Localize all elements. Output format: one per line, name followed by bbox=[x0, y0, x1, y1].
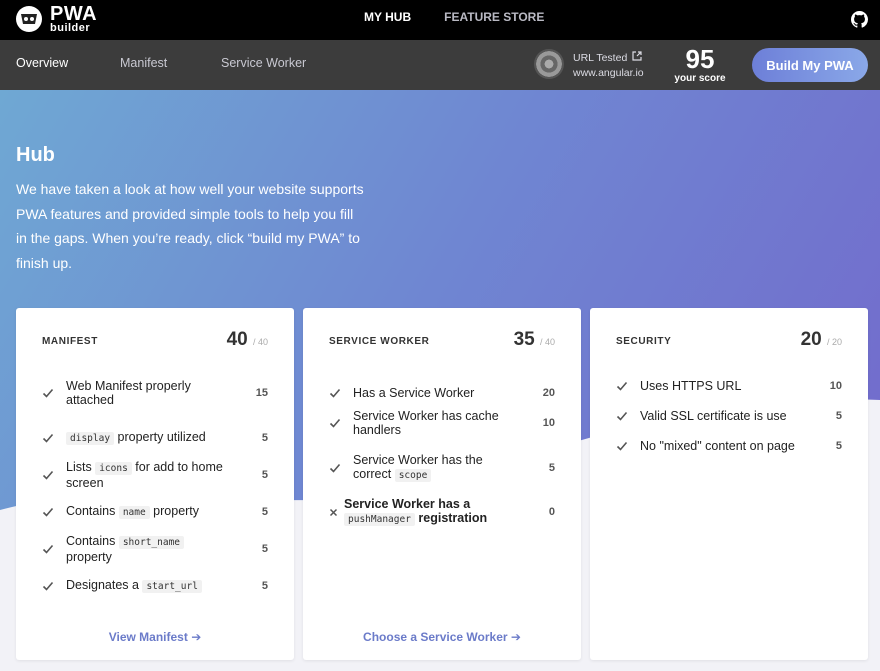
check-icon bbox=[42, 388, 54, 398]
item-points: 5 bbox=[261, 506, 268, 518]
page-title: Hub bbox=[16, 144, 55, 166]
check-icon bbox=[329, 388, 341, 398]
check-icon bbox=[42, 433, 54, 443]
sub-bar: Overview Manifest Service Worker URL Tes… bbox=[0, 40, 880, 90]
item-points: 20 bbox=[542, 387, 555, 399]
section-nav: Overview Manifest Service Worker bbox=[16, 56, 306, 70]
logo-main-text: PWA bbox=[50, 3, 98, 25]
x-icon bbox=[329, 508, 338, 517]
top-bar: PWA builder MY HUB FEATURE STORE bbox=[0, 0, 880, 40]
security-card: SECURITY 20 / 20 Uses HTTPS URL 10 Valid… bbox=[590, 308, 868, 660]
card-score: 20 / 20 bbox=[800, 329, 842, 350]
tab-manifest[interactable]: Manifest bbox=[120, 56, 221, 70]
url-tested-label: URL Tested bbox=[573, 52, 628, 64]
build-my-pwa-button[interactable]: Build My PWA bbox=[752, 48, 868, 82]
score-value: 95 bbox=[685, 44, 715, 74]
item-points: 0 bbox=[548, 506, 555, 518]
card-title: SERVICE WORKER bbox=[329, 336, 430, 347]
list-item: Service Worker has the correct scope 5 bbox=[329, 453, 555, 483]
item-points: 10 bbox=[829, 380, 842, 392]
choose-service-worker-link[interactable]: Choose a Service Worker ➔ bbox=[303, 630, 581, 644]
arrow-right-icon: ➔ bbox=[191, 630, 202, 644]
service-worker-card: SERVICE WORKER 35 / 40 Has a Service Wor… bbox=[303, 308, 581, 660]
check-icon bbox=[42, 581, 54, 591]
tab-overview[interactable]: Overview bbox=[16, 56, 120, 70]
check-icon bbox=[616, 411, 628, 421]
check-icon bbox=[329, 463, 341, 473]
nav-feature-store[interactable]: FEATURE STORE bbox=[444, 10, 544, 24]
pwabuilder-logo-icon bbox=[16, 6, 42, 32]
list-item: Has a Service Worker 20 bbox=[329, 386, 555, 400]
item-points: 5 bbox=[261, 469, 268, 481]
list-item: Contains name property 5 bbox=[42, 504, 268, 520]
list-item: Designates a start_url 5 bbox=[42, 578, 268, 594]
check-icon bbox=[42, 470, 54, 480]
manifest-card: MANIFEST 40 / 40 Web Manifest properly a… bbox=[16, 308, 294, 660]
check-icon bbox=[616, 441, 628, 451]
list-item: Contains short_name property 5 bbox=[42, 534, 268, 564]
url-value: www.angular.io bbox=[573, 67, 644, 79]
card-score: 40 / 40 bbox=[226, 329, 268, 350]
item-points: 5 bbox=[548, 462, 555, 474]
list-item: Uses HTTPS URL 10 bbox=[616, 379, 842, 393]
url-info: URL Tested www.angular.io bbox=[573, 51, 644, 81]
score-label: your score bbox=[674, 73, 726, 84]
item-points: 5 bbox=[835, 440, 842, 452]
list-item: No "mixed" content on page 5 bbox=[616, 439, 842, 453]
item-points: 5 bbox=[261, 543, 268, 555]
list-item: Service Worker has cache handlers 10 bbox=[329, 409, 555, 437]
card-title: MANIFEST bbox=[42, 336, 98, 347]
github-icon[interactable] bbox=[851, 11, 868, 28]
check-icon bbox=[616, 381, 628, 391]
list-item: Service Worker has a pushManager registr… bbox=[329, 497, 555, 527]
arrow-right-icon: ➔ bbox=[510, 630, 521, 644]
item-points: 5 bbox=[261, 580, 268, 592]
pwabuilder-logo[interactable]: PWA builder bbox=[16, 4, 97, 34]
item-points: 5 bbox=[261, 432, 268, 444]
external-link-icon[interactable] bbox=[632, 51, 642, 66]
site-favicon bbox=[534, 49, 564, 79]
check-icon bbox=[329, 418, 341, 428]
card-score: 35 / 40 bbox=[513, 329, 555, 350]
item-points: 5 bbox=[835, 410, 842, 422]
score-display: 95 your score bbox=[672, 45, 728, 84]
logo-sub-text: builder bbox=[50, 22, 91, 34]
list-item: Lists icons for add to home screen 5 bbox=[42, 460, 268, 490]
tab-service-worker[interactable]: Service Worker bbox=[221, 56, 306, 70]
list-item: display property utilized 5 bbox=[42, 430, 268, 446]
item-points: 10 bbox=[542, 417, 555, 429]
check-icon bbox=[42, 507, 54, 517]
list-item: Web Manifest properly attached 15 bbox=[42, 379, 268, 407]
view-manifest-link[interactable]: View Manifest ➔ bbox=[16, 630, 294, 644]
check-icon bbox=[42, 544, 54, 554]
top-nav: MY HUB FEATURE STORE bbox=[364, 10, 544, 24]
list-item: Valid SSL certificate is use 5 bbox=[616, 409, 842, 423]
hero-description: We have taken a look at how well your we… bbox=[16, 181, 364, 271]
nav-my-hub[interactable]: MY HUB bbox=[364, 10, 411, 24]
card-title: SECURITY bbox=[616, 336, 672, 347]
item-points: 15 bbox=[255, 387, 268, 399]
